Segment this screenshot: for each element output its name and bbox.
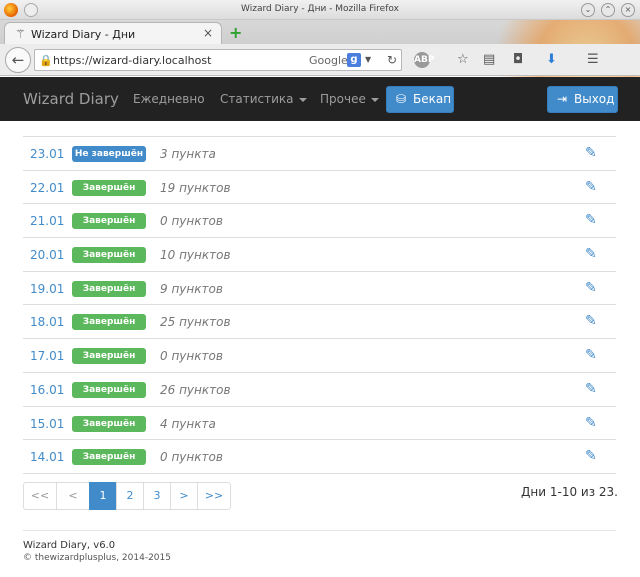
browser-tab-active[interactable]: ⚚ Wizard Diary - Дни × [4, 22, 222, 44]
pagination-item[interactable]: >> [197, 482, 231, 510]
pagination-item[interactable]: << [23, 482, 57, 510]
points-count: 4 пункта [160, 416, 216, 431]
edit-pencil-icon[interactable]: ✎ [585, 381, 597, 397]
points-count: 0 пунктов [160, 450, 223, 465]
status-badge: Завершён [72, 314, 146, 331]
status-badge: Завершён [72, 381, 146, 398]
table-row: 18.01 Завершён 25 пунктов ✎ [23, 305, 616, 340]
url-text[interactable]: https://wizard-diary.localhost [53, 54, 211, 67]
backup-button[interactable]: ⛁ Бекап [386, 86, 454, 113]
logout-icon: ⇥ [557, 92, 568, 106]
app-navbar: Wizard Diary Ежедневно Статистика Прочее… [0, 77, 640, 121]
status-badge: Завершён [72, 213, 146, 230]
day-date-link[interactable]: 22.01 [30, 181, 64, 195]
app-brand[interactable]: Wizard Diary [23, 90, 119, 108]
status-badge: Завершён [72, 179, 146, 196]
edit-pencil-icon[interactable]: ✎ [585, 313, 597, 329]
table-row: 23.01 Не завершён 3 пункта ✎ [23, 137, 616, 171]
footer-version: Wizard Diary, v6.0 [23, 540, 116, 551]
logout-button[interactable]: ⇥ Выход [547, 86, 618, 113]
window-titlebar: Wizard Diary - Дни - Mozilla Firefox ⌄ ⌃… [0, 0, 640, 20]
edit-pencil-icon[interactable]: ✎ [585, 145, 597, 161]
caret-down-icon [370, 97, 379, 102]
url-bar[interactable]: 🔒 https://wizard-diary.localhost Google … [34, 49, 402, 71]
browser-navbar: ← 🔒 https://wizard-diary.localhost Googl… [0, 44, 640, 76]
pocket-icon[interactable]: ◘ [513, 53, 523, 67]
points-count: 0 пунктов [160, 214, 223, 229]
table-row: 15.01 Завершён 4 пункта ✎ [23, 407, 616, 441]
day-date-link[interactable]: 14.01 [30, 450, 64, 464]
points-count: 25 пунктов [160, 315, 231, 330]
pagination-item[interactable]: 3 [143, 482, 171, 510]
table-row: 20.01 Завершён 10 пунктов ✎ [23, 238, 616, 272]
points-count: 9 пунктов [160, 281, 223, 296]
reload-icon[interactable]: ↻ [387, 53, 397, 67]
new-tab-icon[interactable]: + [229, 23, 242, 42]
status-badge: Не завершён [72, 146, 146, 162]
table-row: 21.01 Завершён 0 пунктов ✎ [23, 204, 616, 239]
minimize-window-icon[interactable]: ⌄ [581, 3, 595, 17]
download-icon[interactable]: ⬇ [546, 53, 557, 67]
table-row: 19.01 Завершён 9 пунктов ✎ [23, 272, 616, 306]
pagination-item[interactable]: 1 [89, 482, 117, 510]
pagination-item[interactable]: 2 [116, 482, 144, 510]
adblock-icon[interactable]: ABP [414, 52, 434, 68]
maximize-window-icon[interactable]: ⌃ [601, 3, 615, 17]
day-date-link[interactable]: 17.01 [30, 349, 64, 363]
window-title: Wizard Diary - Дни - Mozilla Firefox [241, 4, 399, 14]
day-date-link[interactable]: 15.01 [30, 417, 64, 431]
search-engine-label: Google [309, 54, 348, 67]
edit-pencil-icon[interactable]: ✎ [585, 179, 597, 195]
status-badge: Завершён [72, 348, 146, 365]
points-count: 19 пунктов [160, 180, 231, 195]
pagination-summary: Дни 1-10 из 23. [521, 485, 618, 499]
backup-icon: ⛁ [396, 92, 407, 106]
days-table: 23.01 Не завершён 3 пункта ✎ 22.01 Завершён 19… [23, 136, 616, 474]
day-date-link[interactable]: 21.01 [30, 214, 64, 228]
pagination: << <1 2 3 > >> [23, 482, 231, 510]
day-date-link[interactable]: 18.01 [30, 315, 64, 329]
pagination-item[interactable]: > [170, 482, 198, 510]
browser-tab-label: Wizard Diary - Дни [31, 28, 136, 41]
menu-icon[interactable]: ☰ [587, 53, 599, 67]
day-date-link[interactable]: 23.01 [30, 147, 64, 161]
status-badge: Завершён [72, 247, 146, 264]
table-row: 22.01 Завершён 19 пунктов ✎ [23, 171, 616, 205]
google-search-icon[interactable]: g [347, 53, 361, 67]
caret-down-icon [298, 97, 307, 102]
status-badge: Завершён [72, 415, 146, 432]
wizard-favicon-icon: ⚚ [15, 27, 26, 41]
points-count: 26 пунктов [160, 382, 231, 397]
edit-pencil-icon[interactable]: ✎ [585, 448, 597, 464]
search-dropdown-icon[interactable]: ▼ [365, 55, 371, 64]
nav-dropdown-other[interactable]: Прочее [320, 92, 379, 106]
footer-copyright: © thewizardplusplus, 2014-2015 [23, 553, 171, 563]
reader-icon[interactable]: ▤ [483, 53, 495, 67]
lock-icon: 🔒 [39, 54, 53, 67]
day-date-link[interactable]: 16.01 [30, 383, 64, 397]
pagination-item[interactable]: < [56, 482, 90, 510]
close-window-icon[interactable]: × [621, 3, 635, 17]
edit-pencil-icon[interactable]: ✎ [585, 246, 597, 262]
edit-pencil-icon[interactable]: ✎ [585, 212, 597, 228]
points-count: 3 пункта [160, 147, 216, 161]
points-count: 0 пунктов [160, 349, 223, 364]
points-count: 10 пунктов [160, 248, 231, 263]
bookmark-star-icon[interactable]: ☆ [457, 53, 469, 67]
nav-dropdown-statistics[interactable]: Статистика [220, 92, 307, 106]
table-row: 14.01 Завершён 0 пунктов ✎ [23, 440, 616, 474]
day-date-link[interactable]: 19.01 [30, 282, 64, 296]
table-row: 17.01 Завершён 0 пунктов ✎ [23, 339, 616, 373]
day-date-link[interactable]: 20.01 [30, 248, 64, 262]
edit-pencil-icon[interactable]: ✎ [585, 280, 597, 296]
table-row: 16.01 Завершён 26 пунктов ✎ [23, 373, 616, 407]
footer-divider [23, 530, 616, 531]
close-tab-icon[interactable]: × [203, 26, 213, 40]
status-badge: Завершён [72, 449, 146, 466]
edit-pencil-icon[interactable]: ✎ [585, 347, 597, 363]
nav-link-daily[interactable]: Ежедневно [133, 92, 205, 106]
back-arrow-icon[interactable]: ← [5, 47, 31, 73]
edit-pencil-icon[interactable]: ✎ [585, 415, 597, 431]
status-badge: Завершён [72, 280, 146, 297]
